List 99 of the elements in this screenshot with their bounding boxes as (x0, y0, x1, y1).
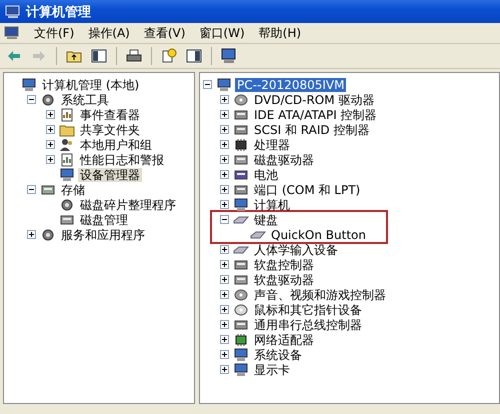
battery-icon (233, 168, 249, 182)
expander-box[interactable] (220, 350, 229, 359)
computer-icon (221, 48, 237, 64)
expander-box[interactable] (46, 140, 55, 149)
tree-item[interactable]: 性能日志和警报 (78, 152, 166, 166)
tree-item[interactable]: 声音、视频和游戏控制器 (252, 288, 388, 302)
tree-item[interactable]: 计算机 (252, 198, 292, 212)
expander-box[interactable] (27, 95, 36, 104)
network-card-icon (233, 332, 249, 346)
menu-item[interactable]: 查看(V) (144, 24, 186, 42)
expander-box[interactable] (27, 230, 36, 239)
monitor-icon (233, 362, 249, 376)
expander-box[interactable] (220, 275, 229, 284)
device-icon (233, 318, 249, 332)
gear-icon (40, 92, 56, 106)
monitor-icon (233, 198, 249, 212)
expander-box[interactable] (220, 185, 229, 194)
computer-icon[interactable] (4, 26, 20, 40)
tree-item[interactable]: 计算机管理 (本地) (40, 78, 142, 92)
tree-item[interactable]: 事件查看器 (78, 108, 142, 122)
tree-item[interactable]: 磁盘碎片整理程序 (78, 198, 178, 212)
disc-icon (233, 288, 249, 302)
drive-icon (233, 272, 249, 286)
menu-item[interactable]: 帮助(H) (258, 24, 302, 42)
monitor-icon (233, 348, 249, 362)
tree-item[interactable]: 网络适配器 (252, 332, 316, 346)
tree-item[interactable]: 电池 (252, 168, 280, 182)
device-icon (233, 108, 249, 122)
tree-item[interactable]: 存储 (59, 182, 87, 196)
tree-item[interactable]: 显示卡 (252, 362, 292, 376)
tree-item[interactable]: 服务和应用程序 (59, 228, 147, 242)
expander-box[interactable] (220, 290, 229, 299)
tree-item[interactable]: 通用串行总线控制器 (252, 318, 364, 332)
expander-box[interactable] (220, 245, 229, 254)
gear-icon (59, 198, 75, 212)
tree-item[interactable]: QuickOn Button (269, 228, 368, 242)
tree-item[interactable]: PC--20120805IVM (235, 78, 346, 92)
tree-item[interactable]: 处理器 (252, 138, 292, 152)
help-icon (161, 48, 177, 64)
drive-icon (59, 212, 75, 226)
tree-item[interactable]: 设备管理器 (78, 168, 142, 182)
computer-icon (5, 4, 21, 18)
menu-item[interactable]: 操作(A) (88, 24, 130, 42)
print-icon (126, 48, 142, 64)
expander-box[interactable] (220, 170, 229, 179)
expander-box[interactable] (46, 110, 55, 119)
menu-item[interactable]: 窗口(W) (199, 24, 245, 42)
expander-box[interactable] (220, 320, 229, 329)
expander-box[interactable] (46, 155, 55, 164)
forward-arrow-icon (31, 48, 47, 64)
monitor-icon (216, 78, 232, 92)
expander-box[interactable] (220, 305, 229, 314)
expander-box[interactable] (220, 200, 229, 209)
expander-box[interactable] (46, 125, 55, 134)
expander-box[interactable] (220, 140, 229, 149)
expander-box[interactable] (220, 155, 229, 164)
window-title: 计算机管理 (26, 4, 91, 20)
tree-item[interactable]: 人体学输入设备 (252, 242, 340, 256)
tree-item[interactable]: 共享文件夹 (78, 122, 142, 136)
tree-item[interactable]: 鼠标和其它指针设备 (252, 302, 364, 316)
tree-item[interactable]: 软盘驱动器 (252, 272, 316, 286)
expander-box[interactable] (220, 110, 229, 119)
tree-item[interactable]: DVD/CD-ROM 驱动器 (252, 92, 376, 106)
device-icon (233, 182, 249, 196)
mouse-icon (233, 302, 249, 316)
tree-item[interactable]: 端口 (COM 和 LPT) (252, 182, 362, 196)
expander-box[interactable] (220, 260, 229, 269)
device-icon (233, 258, 249, 272)
tree-item[interactable]: IDE ATA/ATAPI 控制器 (252, 108, 379, 122)
chip-icon (233, 138, 249, 152)
expander-box[interactable] (220, 95, 229, 104)
tree-item[interactable]: 系统设备 (252, 348, 304, 362)
tree-item[interactable]: 磁盘管理 (78, 212, 130, 226)
monitor-icon (59, 168, 75, 182)
tree-item[interactable]: SCSI 和 RAID 控制器 (252, 122, 372, 136)
users-icon (59, 138, 75, 152)
tree-item[interactable]: 磁盘驱动器 (252, 152, 316, 166)
expander-box[interactable] (220, 215, 229, 224)
drive-icon (233, 152, 249, 166)
expander-box[interactable] (220, 125, 229, 134)
folder-icon (59, 122, 75, 136)
tree-toggle-icon (91, 48, 107, 64)
gear-icon (40, 228, 56, 242)
expander-box[interactable] (220, 365, 229, 374)
tree-item[interactable]: 键盘 (252, 212, 280, 226)
log-icon (59, 108, 75, 122)
expander-box[interactable] (27, 185, 36, 194)
tree-item[interactable]: 本地用户和组 (78, 138, 154, 152)
panel-icon (186, 48, 202, 64)
tree-item[interactable]: 系统工具 (59, 92, 111, 106)
monitor-icon (21, 78, 37, 92)
device-icon (233, 122, 249, 136)
expander-box[interactable] (203, 80, 212, 89)
chart-icon (59, 152, 75, 166)
menu-item[interactable]: 文件(F) (34, 24, 74, 42)
tree-item[interactable]: 软盘控制器 (252, 258, 316, 272)
storage-icon (40, 182, 56, 196)
expander-box[interactable] (220, 335, 229, 344)
disc-icon (233, 92, 249, 106)
